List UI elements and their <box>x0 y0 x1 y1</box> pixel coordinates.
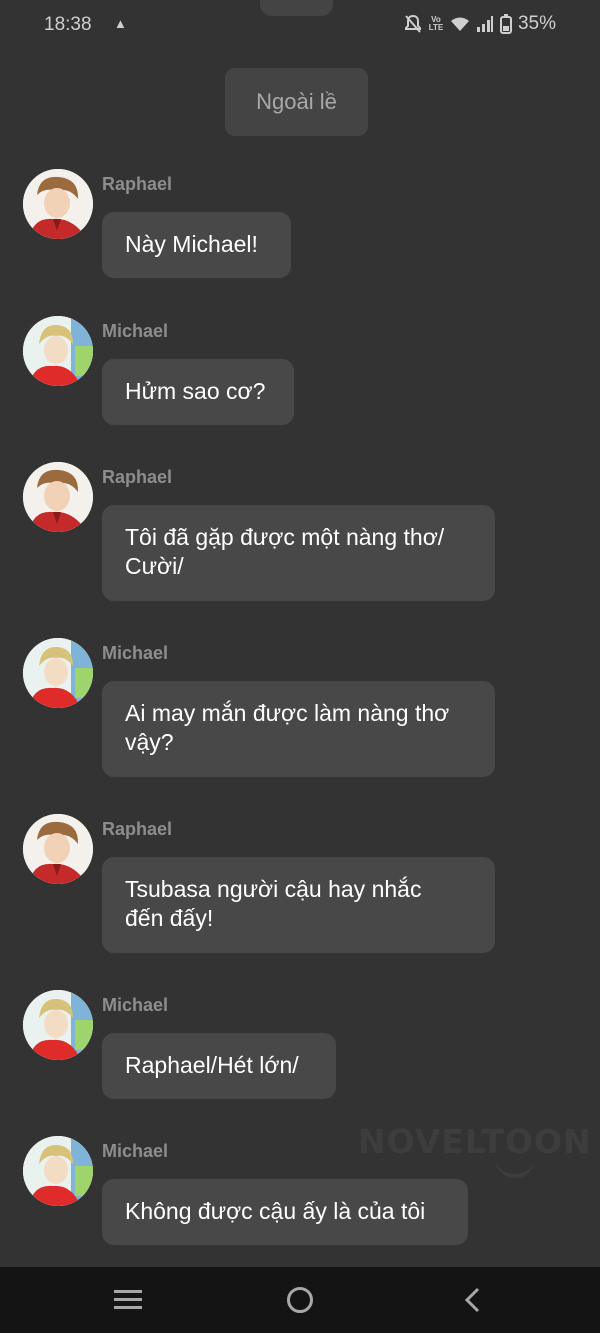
message-bubble[interactable]: Không được cậu ấy là của tôi <box>102 1179 468 1245</box>
signal-icon <box>476 15 494 33</box>
notification-app-icon: ▲ <box>114 16 127 31</box>
avatar-raphael[interactable] <box>23 814 93 884</box>
message-line: Ai may mắn được làm nàng thơ <box>125 700 450 726</box>
sender-name: Raphael <box>102 467 173 487</box>
sender-name: Raphael <box>102 174 173 194</box>
sender-name: Michael <box>102 643 169 663</box>
avatar-raphael[interactable] <box>23 169 93 239</box>
message-line: Raphael/Hét lớn/ <box>125 1052 299 1078</box>
sender-name: Michael <box>102 1141 169 1161</box>
avatar-michael[interactable] <box>23 316 93 386</box>
message-bubble[interactable]: Raphael/Hét lớn/ <box>102 1033 336 1099</box>
avatar-michael[interactable] <box>23 1136 93 1206</box>
message-line: Không được cậu ấy là của tôi <box>125 1198 426 1224</box>
battery-icon <box>499 14 512 34</box>
message-line: đến đấy! <box>125 905 214 931</box>
status-time: 18:38 <box>44 14 92 35</box>
home-icon[interactable] <box>286 1286 314 1319</box>
message-line: Hửm sao cơ? <box>125 378 266 404</box>
avatar-raphael[interactable] <box>23 462 93 532</box>
avatar-michael[interactable] <box>23 638 93 708</box>
message-line: Này Michael! <box>125 231 258 257</box>
navigation-bar <box>0 1267 600 1333</box>
message-bubble[interactable]: Tôi đã gặp được một nàng thơ/ Cười/ <box>102 505 495 601</box>
wifi-icon <box>450 16 470 32</box>
menu-icon[interactable] <box>114 1289 142 1316</box>
message-bubble[interactable]: Ai may mắn được làm nàng thơ vậy? <box>102 681 495 777</box>
bell-off-icon <box>404 14 422 34</box>
message-line: vậy? <box>125 729 174 755</box>
message-bubble[interactable]: Hửm sao cơ? <box>102 359 294 425</box>
message-line: Cười/ <box>125 553 184 579</box>
watermark-logo: NOVELTOON <box>358 1122 592 1161</box>
avatar-michael[interactable] <box>23 990 93 1060</box>
status-bar: 18:38 ▲ Vo LTE 35% <box>0 0 600 50</box>
sender-name: Michael <box>102 321 169 341</box>
aside-label: Ngoài lề <box>225 68 368 136</box>
message-bubble[interactable]: Tsubasa người cậu hay nhắc đến đấy! <box>102 857 495 953</box>
message-line: Tsubasa người cậu hay nhắc <box>125 876 422 902</box>
message-line: Tôi đã gặp được một nàng thơ/ <box>125 524 445 550</box>
sender-name: Michael <box>102 995 169 1015</box>
message-bubble[interactable]: Này Michael! <box>102 212 291 278</box>
volte-icon: Vo LTE <box>428 15 444 32</box>
watermark-smile-icon <box>495 1156 535 1178</box>
battery-percent: 35% <box>517 13 556 34</box>
sender-name: Raphael <box>102 819 173 839</box>
back-icon[interactable] <box>462 1287 482 1318</box>
